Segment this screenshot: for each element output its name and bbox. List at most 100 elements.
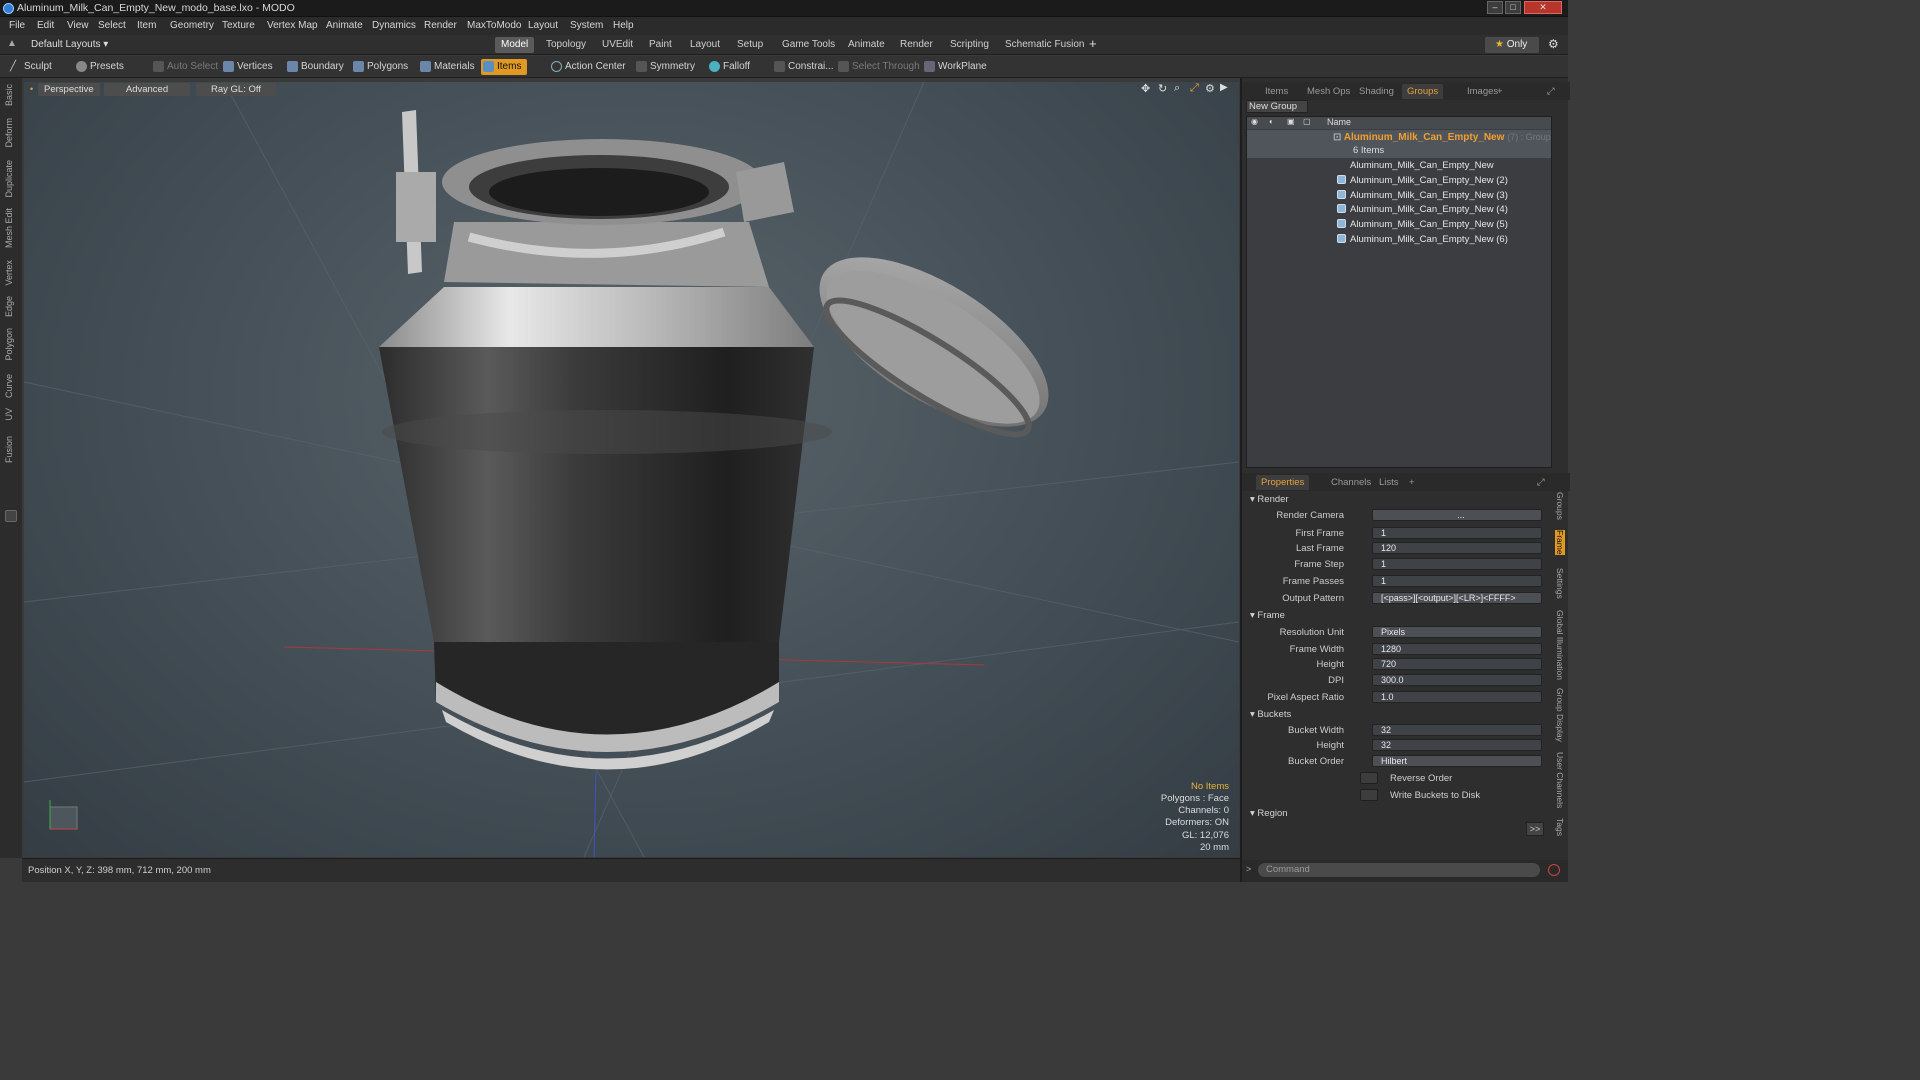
list-item[interactable]: Aluminum_Milk_Can_Empty_New (3) [1337,190,1508,201]
symmetry-button[interactable]: Symmetry [634,59,695,75]
list-item[interactable]: Aluminum_Milk_Can_Empty_New [1337,160,1494,171]
bucket-height-field[interactable]: 32 [1372,739,1542,751]
left-tab-deform[interactable]: Deform [4,118,14,148]
layout-selector[interactable]: Default Layouts ▾ [31,39,108,50]
reverse-order-checkbox[interactable] [1360,772,1378,784]
move-view-icon[interactable]: ✥ [1141,82,1150,95]
expand-arrow-icon[interactable]: ▲ [7,38,17,49]
auto-select-button[interactable]: Auto Select [151,59,218,75]
vertices-button[interactable]: Vertices [221,59,273,75]
tab-game-tools[interactable]: Game Tools [776,37,841,53]
first-frame-field[interactable]: 1 [1372,527,1542,539]
tab-paint[interactable]: Paint [643,37,678,53]
tab-animate[interactable]: Animate [842,37,891,53]
items-button[interactable]: Items [481,59,528,75]
viewport-menu-icon[interactable]: • [30,84,33,94]
last-frame-field[interactable]: 120 [1372,542,1542,554]
maximize-button[interactable]: □ [1505,1,1521,14]
section-frame[interactable]: ▾ Frame [1250,610,1285,621]
menu-file[interactable]: File [9,20,25,31]
tab-render[interactable]: Render [894,37,939,53]
menu-animate[interactable]: Animate [326,20,363,31]
constraints-button[interactable]: Constrai... [772,59,834,75]
left-tab-duplicate[interactable]: Duplicate [4,160,14,198]
3d-viewport[interactable] [24,82,1239,857]
left-tab-uv[interactable]: UV [4,408,14,421]
properties-expand-icon[interactable]: ⤢ [1532,475,1550,490]
menu-item[interactable]: Item [137,20,156,31]
gear-icon[interactable]: ⚙ [1548,37,1559,51]
left-tab-mesh-edit[interactable]: Mesh Edit [4,208,14,248]
tab-mesh-ops[interactable]: Mesh Ops [1302,84,1355,99]
falloff-button[interactable]: Falloff [707,59,750,75]
add-tab-icon[interactable]: + [1089,36,1097,51]
menu-edit[interactable]: Edit [37,20,54,31]
side-tab-settings[interactable]: Settings [1555,568,1565,599]
list-item[interactable]: Aluminum_Milk_Can_Empty_New (6) [1337,234,1508,245]
select-toggle-icon[interactable]: ▢ [1303,117,1311,126]
tab-topology[interactable]: Topology [540,37,592,53]
group-row[interactable]: ⊡ Aluminum_Milk_Can_Empty_New (7) : Grou… [1247,130,1551,158]
section-region[interactable]: ▾ Region [1250,808,1288,819]
maximize-view-icon[interactable]: ⤢ [1190,82,1199,95]
rotate-view-icon[interactable]: ↻ [1158,82,1167,95]
left-tab-edge[interactable]: Edge [4,296,14,317]
milk-can-model[interactable] [379,110,1075,770]
frame-step-field[interactable]: 1 [1372,558,1542,570]
menu-help[interactable]: Help [613,20,634,31]
frame-width-field[interactable]: 1280 [1372,643,1542,655]
dpi-field[interactable]: 300.0 [1372,674,1542,686]
panel-expand-icon[interactable]: ⤢ [1542,84,1560,99]
section-render[interactable]: ▾ Render [1250,494,1289,505]
menu-layout[interactable]: Layout [528,20,558,31]
menu-texture[interactable]: Texture [222,20,255,31]
more-button[interactable]: >> [1526,822,1544,836]
tab-scripting[interactable]: Scripting [944,37,995,53]
menu-vertex-map[interactable]: Vertex Map [267,20,318,31]
frame-height-field[interactable]: 720 [1372,658,1542,670]
tab-groups[interactable]: Groups [1402,84,1444,99]
new-group-button[interactable]: New Group [1246,100,1308,113]
bucket-order-dropdown[interactable]: Hilbert [1372,755,1542,767]
close-button[interactable]: ✕ [1524,1,1562,14]
only-toggle[interactable]: ★ Only [1485,37,1539,53]
polygons-button[interactable]: Polygons [351,59,408,75]
write-buckets-checkbox[interactable] [1360,789,1378,801]
menu-maxtomodo[interactable]: MaxToModo [467,20,521,31]
tab-model[interactable]: Model [495,37,535,53]
action-center-button[interactable]: Action Center [549,59,626,75]
tab-uvedit[interactable]: UVEdit [596,37,639,53]
add-panel-tab-icon[interactable]: + [1492,84,1508,99]
name-column-header[interactable]: Name [1327,117,1351,127]
tab-channels[interactable]: Channels [1326,475,1376,490]
raygl-button[interactable]: Ray GL: Off [196,83,276,96]
tab-items[interactable]: Items [1260,84,1293,99]
add-properties-tab-icon[interactable]: + [1404,475,1420,490]
side-tab-tags[interactable]: Tags [1555,818,1565,836]
side-tab-groups[interactable]: Groups [1555,492,1565,520]
menu-select[interactable]: Select [98,20,126,31]
side-tab-global-illumination[interactable]: Global Illumination [1555,610,1565,680]
menu-system[interactable]: System [570,20,603,31]
list-item[interactable]: Aluminum_Milk_Can_Empty_New (5) [1337,219,1508,230]
menu-render[interactable]: Render [424,20,457,31]
tab-layout[interactable]: Layout [684,37,726,53]
materials-button[interactable]: Materials [418,59,475,75]
left-tab-basic[interactable]: Basic [4,84,14,106]
side-tab-user-channels[interactable]: User Channels [1555,752,1565,808]
list-item[interactable]: Aluminum_Milk_Can_Empty_New (2) [1337,175,1508,186]
eye-icon[interactable]: ◉ [1251,117,1258,126]
bucket-width-field[interactable]: 32 [1372,724,1542,736]
viewport-settings-icon[interactable]: ⚙ [1205,82,1215,95]
palette-toggle-icon[interactable] [5,510,17,522]
select-through-button[interactable]: Select Through [836,59,920,75]
menu-geometry[interactable]: Geometry [170,20,214,31]
list-item[interactable]: Aluminum_Milk_Can_Empty_New (4) [1337,204,1508,215]
zoom-view-icon[interactable]: ⌕ [1174,82,1180,95]
command-input[interactable]: Command [1258,863,1540,877]
tab-properties[interactable]: Properties [1256,475,1310,490]
viewport-arrow-icon[interactable]: ▶ [1220,82,1228,93]
boundary-button[interactable]: Boundary [285,59,344,75]
side-tab-frame[interactable]: Frame [1555,530,1565,555]
shading-mode-button[interactable]: Advanced [104,83,190,96]
